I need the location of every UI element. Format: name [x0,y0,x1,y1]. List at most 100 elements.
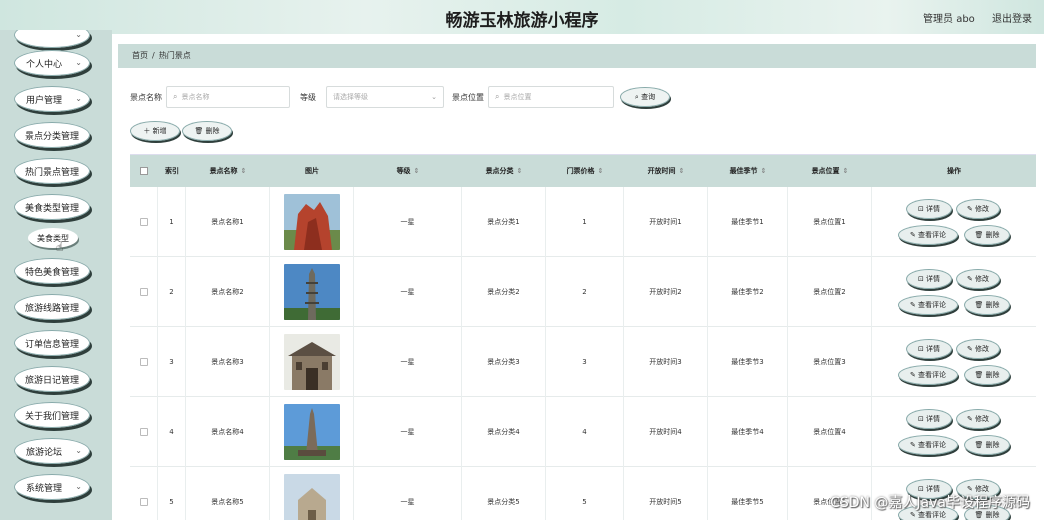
app-title: 畅游玉林旅游小程序 [445,11,599,31]
view-comments-button[interactable]: ✎ 查看评论 [898,225,958,245]
trash-icon: 🗑 [974,301,986,309]
sidebar-item-travel-diary[interactable]: 旅游日记管理 [14,366,90,392]
sidebar-item-food-type[interactable]: 美食类型管理 [14,194,90,220]
scenic-image [270,257,354,327]
scenic-location: 景点位置4 [788,397,872,467]
scenic-category: 景点分类5 [462,467,546,520]
scenic-table: 索引 景点名称 ⇕ 图片 等级 ⇕ 景点分类 ⇕ 门票价格 ⇕ 开放时间 ⇕ 最佳季节 ⇕ … [130,154,1036,520]
sidebar-item-specialty-food[interactable]: 特色美食管理 [14,258,90,284]
ticket-price: 4 [546,397,624,467]
row-actions: ⊡ 详情 ✎ 修改 ✎ 查看评论 🗑 删除 [872,397,1036,467]
sort-icon: ⇕ [597,167,604,175]
scenic-name-placeholder: 景点名称 [181,93,210,101]
row-index: 5 [158,467,186,520]
row-checkbox[interactable] [130,327,158,397]
detail-button[interactable]: ⊡ 详情 [906,269,952,289]
column-header-name[interactable]: 景点名称 ⇕ [186,155,270,187]
batch-delete-button[interactable]: 🗑 删除 [182,121,232,141]
sidebar-item-order-info[interactable]: 订单信息管理 [14,330,90,356]
scenic-image [270,397,354,467]
ticket-price: 5 [546,467,624,520]
location-placeholder: 景点位置 [503,93,532,101]
best-season: 最佳季节4 [708,397,788,467]
sidebar-item-about-us[interactable]: 关于我们管理 [14,402,90,428]
open-time: 开放时间1 [624,187,708,257]
column-header-season[interactable]: 最佳季节 ⇕ [708,155,788,187]
scenic-name: 景点名称3 [186,327,270,397]
chevron-down-icon: ⌄ [431,93,437,101]
edit-button[interactable]: ✎ 修改 [956,409,1000,429]
plus-icon: ＋ [143,127,153,135]
trash-icon: 🗑 [974,371,986,379]
level-select[interactable]: 请选择等级 ⌄ [326,86,444,108]
detail-button[interactable]: ⊡ 详情 [906,409,952,429]
column-header-category[interactable]: 景点分类 ⇕ [462,155,546,187]
sidebar-item-home[interactable]: ⌄ [14,30,90,48]
edit-icon: ✎ [909,371,919,379]
sidebar-item-label: 用户管理 [26,95,63,106]
logout-link[interactable]: 退出登录 [992,14,1032,25]
edit-button[interactable]: ✎ 修改 [956,199,1000,219]
submenu-item-label: 美食类型 [37,233,69,243]
delete-button[interactable]: 🗑 删除 [964,225,1010,245]
open-time: 开放时间3 [624,327,708,397]
select-all-checkbox[interactable] [130,155,158,187]
row-checkbox[interactable] [130,187,158,257]
best-season: 最佳季节2 [708,257,788,327]
sidebar-item-system[interactable]: 系统管理 ⌄ [14,474,90,500]
scenic-category: 景点分类1 [462,187,546,257]
edit-button[interactable]: ✎ 修改 [956,339,1000,359]
delete-button[interactable]: 🗑 删除 [964,295,1010,315]
view-comments-button[interactable]: ✎ 查看评论 [898,435,958,455]
top-header: 畅游玉林旅游小程序 管理员 abo 退出登录 [0,0,1044,34]
search-icon: ⌕ [173,92,178,101]
sidebar-item-travel-route[interactable]: 旅游线路管理 [14,294,90,320]
view-comments-button[interactable]: ✎ 查看评论 [898,295,958,315]
column-header-price[interactable]: 门票价格 ⇕ [546,155,624,187]
scenic-category: 景点分类2 [462,257,546,327]
row-checkbox[interactable] [130,467,158,520]
open-time: 开放时间4 [624,397,708,467]
breadcrumb-home[interactable]: 首页 [132,51,148,60]
detail-icon: ⊡ [917,345,927,353]
add-button[interactable]: ＋ 新增 [130,121,180,141]
column-header-level[interactable]: 等级 ⇕ [354,155,462,187]
detail-button[interactable]: ⊡ 详情 [906,199,952,219]
sidebar-item-label: 景点分类管理 [24,131,79,142]
sidebar-item-user-management[interactable]: 用户管理 ⌄ [14,86,90,112]
sidebar-item-scenic-category[interactable]: 景点分类管理 [14,122,90,148]
breadcrumb-current: 热门景点 [158,51,191,60]
chevron-down-icon: ⌄ [75,446,82,455]
sort-icon: ⇕ [842,167,849,175]
edit-button[interactable]: ✎ 修改 [956,269,1000,289]
sidebar-item-personal-center[interactable]: 个人中心 ⌄ [14,50,90,76]
row-checkbox[interactable] [130,397,158,467]
scenic-image-gate [283,474,340,520]
sidebar-item-label: 个人中心 [26,59,63,70]
sort-icon: ⇕ [516,167,523,175]
table-row: 4 景点名称4 一星 景点分类4 4 开放时间4 最佳季节4 景点位置4 ⊡ 详… [130,397,1036,467]
scenic-name-input[interactable]: ⌕ 景点名称 [166,86,290,108]
sidebar-item-forum[interactable]: 旅游论坛 ⌄ [14,438,90,464]
location-input[interactable]: ⌕ 景点位置 [488,86,614,108]
detail-button[interactable]: ⊡ 详情 [906,339,952,359]
query-button[interactable]: ⌕ 查询 [620,87,670,107]
pointer-cursor-icon: ☝ [56,240,64,254]
search-icon: ⌕ [495,92,500,101]
row-index: 2 [158,257,186,327]
delete-button[interactable]: 🗑 删除 [964,435,1010,455]
sort-icon: ⇕ [240,167,247,175]
scenic-category: 景点分类3 [462,327,546,397]
column-header-actions: 操作 [947,167,961,175]
trash-icon: 🗑 [974,231,986,239]
column-header-open-time[interactable]: 开放时间 ⇕ [624,155,708,187]
submenu-item-food-type[interactable]: 美食类型 [28,228,78,248]
sidebar-item-hot-scenic[interactable]: 热门景点管理 [14,158,90,184]
row-checkbox[interactable] [130,257,158,327]
scenic-location: 景点位置3 [788,327,872,397]
column-header-location[interactable]: 景点位置 ⇕ [788,155,872,187]
edit-icon: ✎ [966,205,976,213]
search-bar: 景点名称 ⌕ 景点名称 等级 请选择等级 ⌄ 景点位置 ⌕ 景点位置 ⌕ 查询 [130,86,670,108]
delete-button[interactable]: 🗑 删除 [964,365,1010,385]
view-comments-button[interactable]: ✎ 查看评论 [898,365,958,385]
